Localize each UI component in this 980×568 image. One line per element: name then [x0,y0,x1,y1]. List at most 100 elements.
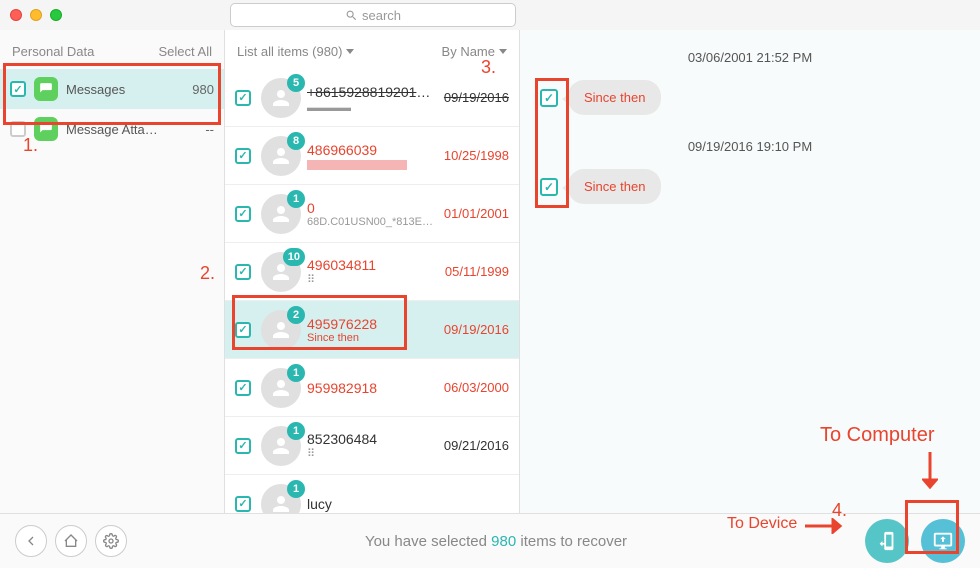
conversation-row[interactable]: ✓2495976228Since then09/19/2016 [225,301,519,359]
conversation-list: List all items (980) By Name ✓5+86159288… [225,30,520,520]
conversation-name: +8615928819201、… [307,82,440,102]
conversations-container: ✓5+8615928819201、…▬▬▬▬09/19/2016✓8486966… [225,69,519,520]
conversation-name: lucy [307,496,505,512]
sidebar-item-count: -- [205,122,214,137]
avatar: 2 [261,310,301,350]
home-button[interactable] [55,525,87,557]
conversation-name: 495976228 [307,316,440,332]
attachments-icon [34,117,58,141]
conversation-preview: ⠿ [307,273,441,286]
search-placeholder: search [362,8,401,23]
avatar: 5 [261,78,301,118]
redacted-preview [307,160,407,170]
checkbox[interactable]: ✓ [10,81,26,97]
conversation-preview: ⠿ [307,447,440,460]
conversation-checkbox[interactable]: ✓ [235,206,251,222]
avatar: 1 [261,194,301,234]
message-row: ✓ Since then [540,80,661,115]
badge: 1 [287,190,305,208]
filter-dropdown[interactable]: List all items (980) [237,44,354,59]
conversation-main: 959982918 [307,380,440,396]
messages-icon [34,77,58,101]
conversation-name: 959982918 [307,380,440,396]
conversation-main: 852306484⠿ [307,431,440,460]
conversation-date: 10/25/1998 [444,148,509,163]
message-timestamp: 03/06/2001 21:52 PM [688,50,812,65]
footer-actions [865,519,965,563]
conversation-main: lucy [307,496,505,512]
conversation-checkbox[interactable]: ✓ [235,438,251,454]
checkbox[interactable] [10,121,26,137]
conversation-main: 495976228Since then [307,316,440,344]
conversation-row[interactable]: ✓5+8615928819201、…▬▬▬▬09/19/2016 [225,69,519,127]
message-checkbox[interactable]: ✓ [540,178,558,196]
conversation-main: 496034811⠿ [307,257,441,286]
conversation-checkbox[interactable]: ✓ [235,148,251,164]
back-button[interactable] [15,525,47,557]
status-text: You have selected 980 items to recover [127,533,865,550]
message-row: ✓ Since then [540,169,661,204]
sidebar-item-attachments[interactable]: Message Atta… -- [0,109,224,149]
badge: 8 [287,132,305,150]
search-input[interactable]: search [230,3,516,27]
conversation-date: 06/03/2000 [444,380,509,395]
settings-button[interactable] [95,525,127,557]
conversation-checkbox[interactable]: ✓ [235,322,251,338]
badge: 5 [287,74,305,92]
window-controls [10,9,62,21]
close-window-button[interactable] [10,9,22,21]
conversation-row[interactable]: ✓10496034811⠿05/11/1999 [225,243,519,301]
sidebar-header: Personal Data Select All [0,30,224,69]
sidebar-title: Personal Data [12,44,94,59]
sidebar-item-label: Message Atta… [66,122,197,137]
conversation-date: 05/11/1999 [445,264,509,279]
sidebar-item-messages[interactable]: ✓ Messages 980 [0,69,224,109]
avatar: 1 [261,426,301,466]
message-bubble[interactable]: Since then [568,169,661,204]
message-bubble[interactable]: Since then [568,80,661,115]
avatar: 10 [261,252,301,292]
conversation-checkbox[interactable]: ✓ [235,380,251,396]
footer: You have selected 980 items to recover [0,513,980,568]
maximize-window-button[interactable] [50,9,62,21]
minimize-window-button[interactable] [30,9,42,21]
list-header: List all items (980) By Name [225,30,519,69]
footer-nav [15,525,127,557]
conversation-checkbox[interactable]: ✓ [235,496,251,512]
message-checkbox[interactable]: ✓ [540,89,558,107]
conversation-row[interactable]: ✓ 1852306484⠿ 09/21/2016 [225,417,519,475]
badge: 1 [287,422,305,440]
conversation-row[interactable]: ✓1068D.C01USN00_*813E…01/01/2001 [225,185,519,243]
recover-to-computer-button[interactable] [921,519,965,563]
badge: 2 [287,306,305,324]
detail-panel: 03/06/2001 21:52 PM ✓ Since then 09/19/2… [520,30,980,520]
chevron-down-icon [499,49,507,54]
conversation-row[interactable]: ✓848696603910/25/1998 [225,127,519,185]
conversation-checkbox[interactable]: ✓ [235,90,251,106]
avatar: 8 [261,136,301,176]
conversation-main: 486966039 [307,142,440,170]
sort-dropdown[interactable]: By Name [442,44,507,59]
conversation-main: 068D.C01USN00_*813E… [307,200,440,228]
sidebar-item-count: 980 [192,82,214,97]
conversation-checkbox[interactable]: ✓ [235,264,251,280]
conversation-name: 486966039 [307,142,440,158]
main-content: Personal Data Select All ✓ Messages 980 … [0,30,980,520]
conversation-preview: 68D.C01USN00_*813E… [307,216,440,228]
message-timestamp: 09/19/2016 19:10 PM [688,139,812,154]
sidebar-items: ✓ Messages 980 Message Atta… -- [0,69,224,149]
conversation-preview: ▬▬▬▬ [307,102,440,114]
badge: 1 [287,364,305,382]
conversation-main: +8615928819201、…▬▬▬▬ [307,82,440,114]
conversation-date: 09/21/2016 [444,438,509,453]
select-all-button[interactable]: Select All [159,44,212,59]
search-container: search [230,3,516,27]
avatar: 1 [261,368,301,408]
chevron-down-icon [346,49,354,54]
recover-to-device-button[interactable] [865,519,909,563]
conversation-row[interactable]: ✓195998291806/03/2000 [225,359,519,417]
conversation-date: 09/19/2016 [444,322,509,337]
conversation-preview: Since then [307,332,440,344]
sidebar-item-label: Messages [66,82,184,97]
conversation-name: 496034811 [307,257,441,273]
